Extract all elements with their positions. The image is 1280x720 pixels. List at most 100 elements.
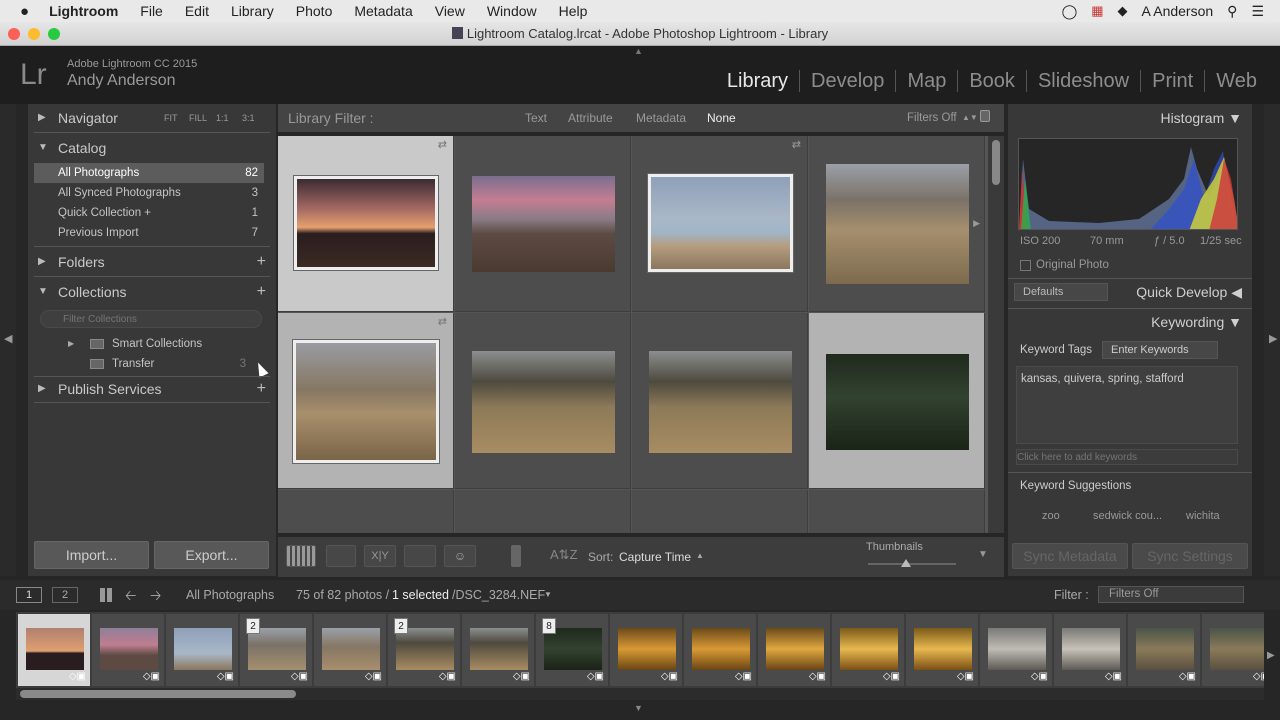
catalog-item-quick-collection[interactable]: Quick Collection + 1 (34, 203, 264, 223)
filmstrip-thumbnail[interactable] (988, 628, 1046, 670)
photo-thumbnail[interactable] (826, 164, 969, 284)
filmstrip-cell[interactable]: ◇▣ (684, 614, 756, 686)
quick-develop-preset-select[interactable]: Defaults (1014, 283, 1108, 301)
filmstrip-thumbnail[interactable] (322, 628, 380, 670)
spray-can-icon[interactable] (511, 545, 521, 567)
filmstrip-thumbnail[interactable] (174, 628, 232, 670)
publish-services-header[interactable]: ▶ Publish Services + (28, 375, 276, 403)
selected-filename[interactable]: /DSC_3284.NEF (452, 588, 545, 602)
photo-thumbnail[interactable] (826, 354, 969, 450)
grid-cell[interactable] (809, 490, 985, 533)
scrollbar-thumb[interactable] (992, 140, 1000, 185)
filter-metadata[interactable]: Metadata (636, 104, 686, 132)
lock-icon[interactable] (980, 110, 990, 122)
survey-view-icon[interactable] (404, 545, 436, 567)
menu-metadata[interactable]: Metadata (354, 3, 412, 19)
grid-cell[interactable]: ⇄ (278, 136, 454, 312)
zoom-window-button[interactable] (48, 28, 60, 40)
left-panel-edge[interactable]: ◀ (0, 104, 16, 576)
filmstrip-cell[interactable]: ◇▣ (314, 614, 386, 686)
catalog-item-synced[interactable]: All Synced Photographs 3 (34, 183, 264, 203)
filmstrip-scrollbar[interactable] (16, 688, 1264, 700)
collections-header[interactable]: ▼ Collections + (28, 278, 276, 306)
keywording-header[interactable]: Keywording ▼ (1151, 314, 1242, 330)
filmstrip-thumbnail[interactable] (1136, 628, 1194, 670)
photo-thumbnail[interactable] (649, 351, 792, 453)
zoom-fit[interactable]: FIT (164, 104, 178, 132)
filmstrip-cell[interactable]: ◇▣ (1054, 614, 1126, 686)
zoom-3-1[interactable]: 3:1 (242, 104, 255, 132)
sort-select[interactable]: Capture Time (619, 550, 691, 564)
filmstrip-cell[interactable]: 2 ◇▣ (240, 614, 312, 686)
search-icon[interactable]: ⚲ (1227, 3, 1237, 20)
loupe-view-icon[interactable] (326, 545, 356, 567)
keyword-tags-mode-select[interactable]: Enter Keywords (1102, 341, 1218, 359)
module-slideshow[interactable]: Slideshow (1025, 70, 1140, 92)
add-publish-service-icon[interactable]: + (257, 375, 266, 403)
right-panel-toggle-icon[interactable]: ▶ (1269, 332, 1277, 345)
grid-cell[interactable] (455, 136, 631, 312)
stack-count-badge[interactable]: 2 (394, 618, 408, 634)
filmstrip-cell[interactable]: ◇▣ (462, 614, 534, 686)
filmstrip-cell[interactable]: ◇▣ (92, 614, 164, 686)
keyword-suggestion[interactable]: sedwick cou... (1093, 510, 1162, 522)
original-photo-checkbox[interactable] (1020, 260, 1031, 271)
menu-photo[interactable]: Photo (296, 3, 333, 19)
export-button[interactable]: Export... (154, 541, 269, 569)
module-map[interactable]: Map (895, 70, 957, 92)
navigator-header[interactable]: ▶ Navigator FIT FILL 1:1 3:1 (28, 104, 276, 132)
secondary-window-2-button[interactable]: 2 (52, 587, 78, 603)
people-view-icon[interactable]: ☺ (444, 545, 476, 567)
module-web[interactable]: Web (1204, 70, 1268, 92)
menu-file[interactable]: File (140, 3, 163, 19)
back-arrow-icon[interactable]: 🡠 (125, 585, 136, 609)
import-button[interactable]: Import... (34, 541, 149, 569)
rotate-icon[interactable]: ⇄ (792, 138, 801, 151)
filmstrip-cell[interactable]: ◇▣ (1128, 614, 1200, 686)
filmstrip-thumbnail[interactable] (914, 628, 972, 670)
list-icon[interactable]: ☰ (1251, 3, 1264, 20)
filmstrip-cell[interactable]: ◇▣ (18, 614, 90, 686)
grid-cell[interactable]: ⇄ (632, 136, 808, 312)
collection-transfer[interactable]: Transfer 3 (34, 354, 264, 374)
filmstrip-thumbnail[interactable] (1210, 628, 1264, 670)
keywords-textarea[interactable]: kansas, quivera, spring, stafford (1016, 366, 1238, 444)
collection-smart-collections[interactable]: ▶ Smart Collections (34, 334, 264, 354)
calendar-icon[interactable]: ▦ (1091, 3, 1103, 19)
compare-view-icon[interactable]: X|Y (364, 545, 396, 567)
grid-cell[interactable] (455, 313, 631, 489)
photo-thumbnail[interactable] (472, 351, 615, 453)
histogram-header[interactable]: Histogram ▼ (1160, 110, 1242, 126)
apple-icon[interactable]: ● (20, 3, 29, 20)
filmstrip-next-icon[interactable]: ▶ (1267, 650, 1275, 661)
filmstrip-source[interactable]: All Photographs (186, 588, 274, 602)
filmstrip-cell[interactable]: ◇▣ (980, 614, 1052, 686)
filter-attribute[interactable]: Attribute (568, 104, 613, 132)
creative-cloud-icon[interactable]: ◯ (1062, 3, 1078, 20)
forward-arrow-icon[interactable]: 🡢 (150, 585, 161, 609)
grid-cell[interactable] (455, 490, 631, 533)
filmstrip-cell[interactable]: ◇▣ (610, 614, 682, 686)
filmstrip-thumbnail[interactable] (396, 628, 454, 670)
secondary-window-1-button[interactable]: 1 (16, 587, 42, 603)
sort-direction-icon[interactable]: A⇅Z (550, 547, 578, 563)
filmstrip-thumbnail[interactable] (618, 628, 676, 670)
toolbar-menu-arrow-icon[interactable]: ▼ (978, 549, 988, 560)
filter-preset-select[interactable]: Filters Off (907, 104, 957, 132)
filmstrip-cell[interactable]: ◇▣ (832, 614, 904, 686)
module-book[interactable]: Book (957, 70, 1026, 92)
quick-develop-header[interactable]: Quick Develop ◀ (1136, 284, 1242, 301)
scrollbar-thumb[interactable] (20, 690, 296, 698)
module-print[interactable]: Print (1140, 70, 1204, 92)
photo-thumbnail[interactable] (472, 176, 615, 272)
module-develop[interactable]: Develop (799, 70, 895, 92)
grid-cell[interactable] (632, 490, 808, 533)
zoom-fill[interactable]: FILL (189, 104, 207, 132)
filmstrip-thumbnail[interactable] (26, 628, 84, 670)
menu-edit[interactable]: Edit (185, 3, 209, 19)
filmstrip-cell[interactable]: ◇▣ (758, 614, 830, 686)
minimize-window-button[interactable] (28, 28, 40, 40)
photo-thumbnail[interactable] (293, 175, 439, 271)
filmstrip-thumbnail[interactable] (470, 628, 528, 670)
filmstrip-thumbnail[interactable] (840, 628, 898, 670)
